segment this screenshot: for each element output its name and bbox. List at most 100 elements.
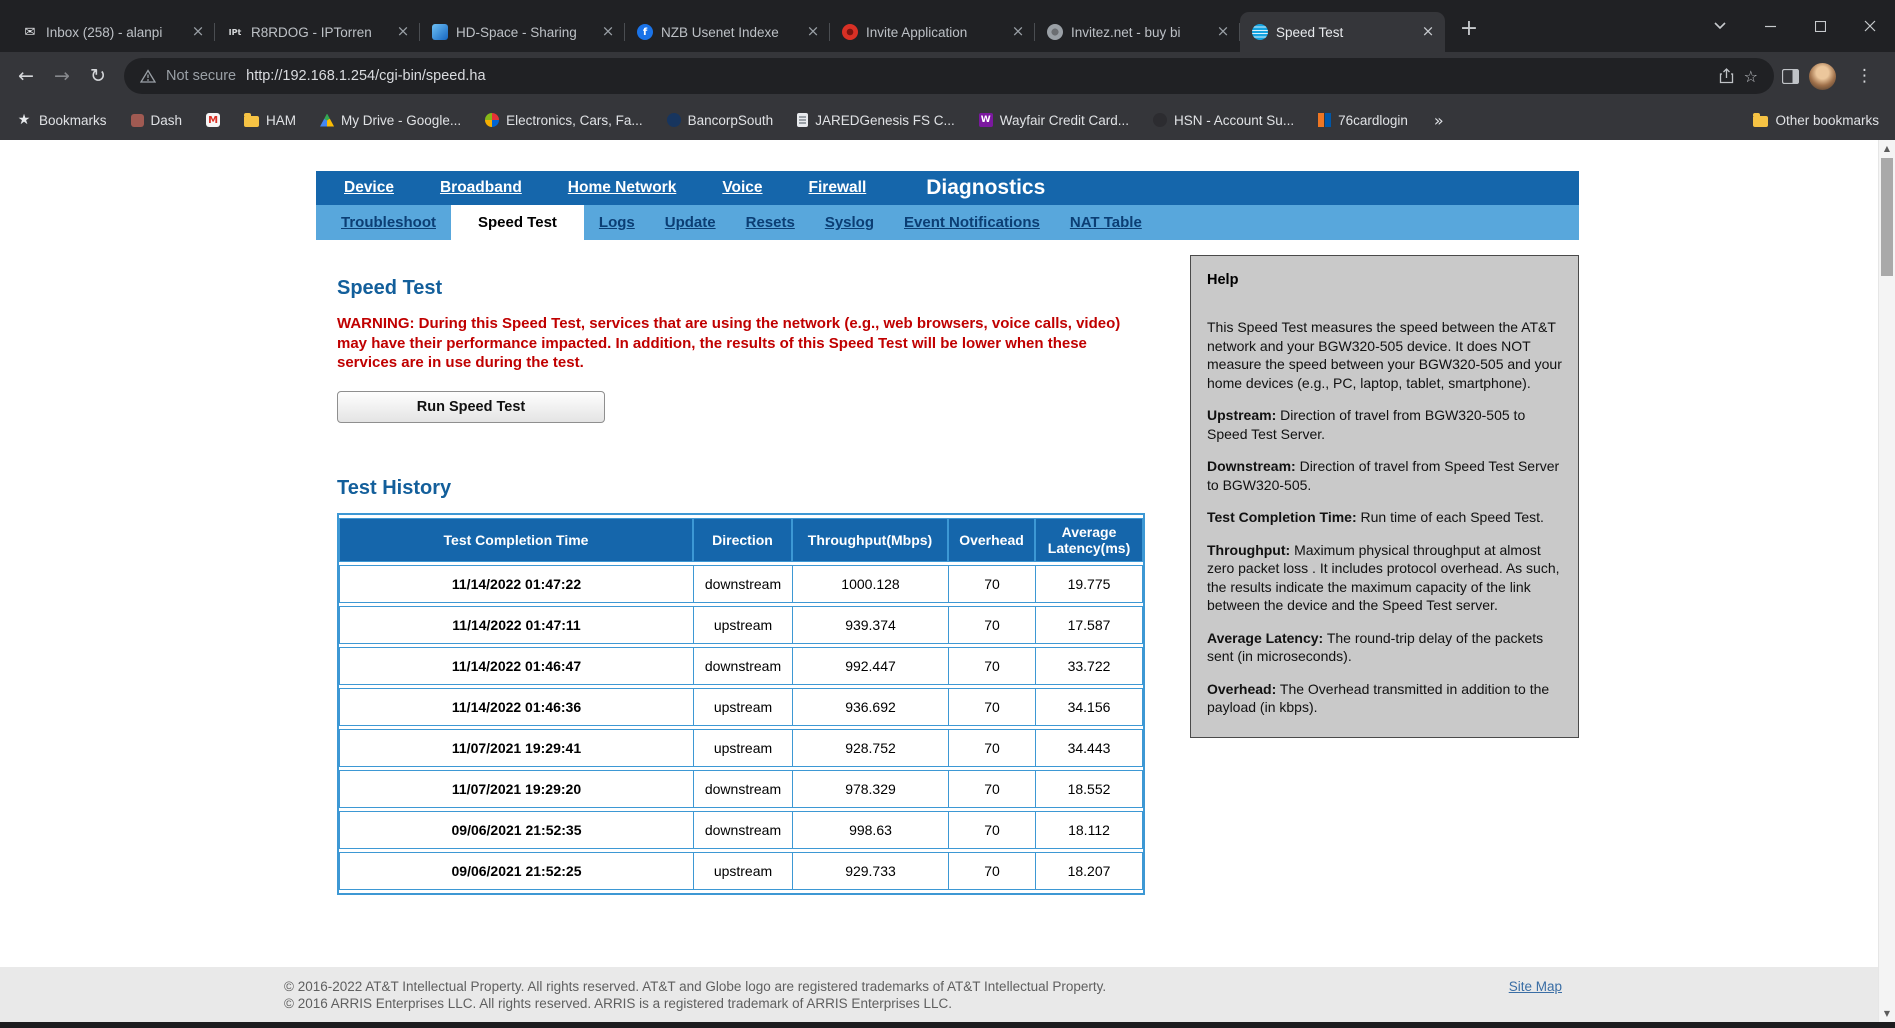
bookmark-item-dash[interactable]: Dash xyxy=(130,112,183,128)
browser-tab-r8rdog-iptorren[interactable]: IPt R8RDOG - IPTorren × xyxy=(215,12,420,52)
completion-time-cell: 11/07/2021 19:29:20 xyxy=(339,769,693,808)
bookmark-item-bancorpsouth[interactable]: BancorpSouth xyxy=(666,112,774,128)
tab-close-icon[interactable]: × xyxy=(804,23,822,41)
tab-close-icon[interactable]: × xyxy=(599,23,617,41)
tab-close-icon[interactable]: × xyxy=(189,23,207,41)
bookmark-item-my-drive-google[interactable]: My Drive - Google... xyxy=(320,113,461,128)
reload-button[interactable]: ↻ xyxy=(80,58,116,94)
scrollbar-thumb[interactable] xyxy=(1881,158,1893,276)
subnav-item-troubleshoot[interactable]: Troubleshoot xyxy=(326,205,451,240)
tab-title: Invite Application xyxy=(866,24,968,40)
browser-tab-invite-application[interactable]: Invite Application × xyxy=(830,12,1035,52)
bookmark-label: Dash xyxy=(150,112,183,128)
subnav-item-speed-test[interactable]: Speed Test xyxy=(451,205,584,240)
table-row: 11/14/2022 01:46:47 downstream 992.447 70 33… xyxy=(339,646,1143,685)
site-map-link[interactable]: Site Map xyxy=(1509,979,1562,994)
direction-cell: upstream xyxy=(693,605,792,644)
direction-cell: downstream xyxy=(693,564,792,603)
share-icon[interactable] xyxy=(1719,68,1734,84)
browser-toolbar: ← → ↻ Not secure http://192.168.1.254/cg… xyxy=(0,52,1895,100)
scroll-up-arrow-icon[interactable]: ▲ xyxy=(1879,140,1895,157)
overhead-cell: 70 xyxy=(948,728,1035,767)
att-globe-favicon xyxy=(1252,24,1268,40)
url-text[interactable]: http://192.168.1.254/cgi-bin/speed.ha xyxy=(246,68,485,84)
subnav-item-update[interactable]: Update xyxy=(650,205,731,240)
tab-list: ✉ Inbox (258) - alanpi × IPt R8RDOG - IPTorr… xyxy=(10,0,1445,52)
close-window-button[interactable] xyxy=(1845,0,1895,52)
subnav-item-nat-table[interactable]: NAT Table xyxy=(1055,205,1157,240)
tab-close-icon[interactable]: × xyxy=(1214,23,1232,41)
subnav-item-syslog[interactable]: Syslog xyxy=(810,205,889,240)
bookmark-label: My Drive - Google... xyxy=(341,112,462,128)
security-label[interactable]: Not secure xyxy=(166,68,236,84)
sub-nav: Troubleshoot Speed Test Logs Update Resets Sy… xyxy=(316,205,1579,240)
browser-tab-speed-test[interactable]: Speed Test × xyxy=(1240,12,1445,52)
nav-item-home-network[interactable]: Home Network xyxy=(568,179,677,197)
nav-item-device[interactable]: Device xyxy=(344,179,394,197)
browser-tab-invitez-net-buy-bi[interactable]: Invitez.net - buy bi × xyxy=(1035,12,1240,52)
throughput-cell: 978.329 xyxy=(792,769,948,808)
browser-tab-inbox-258-alanpi[interactable]: ✉ Inbox (258) - alanpi × xyxy=(10,12,215,52)
tab-search-chevron-icon[interactable] xyxy=(1695,0,1745,52)
new-tab-button[interactable]: + xyxy=(1453,14,1485,46)
minimize-button[interactable] xyxy=(1745,0,1795,52)
hdspace-favicon xyxy=(432,24,448,40)
tab-title: NZB Usenet Indexe xyxy=(661,24,779,40)
throughput-cell: 1000.128 xyxy=(792,564,948,603)
gmail-icon: M xyxy=(206,113,221,127)
folder-icon xyxy=(1753,112,1769,127)
bookmark-label: HSN - Account Su... xyxy=(1174,112,1295,128)
bookmark-label: 76cardlogin xyxy=(1338,112,1408,128)
envelope-favicon: ✉ xyxy=(24,24,36,40)
side-panel-icon[interactable] xyxy=(1782,68,1799,84)
subnav-item-event-notifications[interactable]: Event Notifications xyxy=(889,205,1055,240)
back-button[interactable]: ← xyxy=(8,58,44,94)
nav-item-broadband[interactable]: Broadband xyxy=(440,179,522,197)
bookmark-item-hsn-account-su[interactable]: HSN - Account Su... xyxy=(1153,113,1294,128)
tab-close-icon[interactable]: × xyxy=(1009,23,1027,41)
bookmark-item-wayfair-credit-card[interactable]: W Wayfair Credit Card... xyxy=(978,112,1130,128)
subnav-item-logs[interactable]: Logs xyxy=(584,205,650,240)
completion-time-cell: 09/06/2021 21:52:35 xyxy=(339,810,693,849)
nav-item-voice[interactable]: Voice xyxy=(722,179,762,197)
browser-tab-hd-space-sharing[interactable]: HD-Space - Sharing × xyxy=(420,12,625,52)
subnav-item-resets[interactable]: Resets xyxy=(731,205,810,240)
bookmark-item-76cardlogin[interactable]: 76cardlogin xyxy=(1318,113,1408,128)
address-bar[interactable]: Not secure http://192.168.1.254/cgi-bin/… xyxy=(124,58,1774,94)
bookmark-item-gmail[interactable]: M xyxy=(206,113,221,127)
throughput-cell: 929.733 xyxy=(792,851,948,890)
run-speed-test-button[interactable]: Run Speed Test xyxy=(337,390,605,423)
bookmark-item-bookmarks[interactable]: ★ Bookmarks xyxy=(16,112,107,128)
bookmark-label: Wayfair Credit Card... xyxy=(999,112,1130,128)
profile-avatar[interactable] xyxy=(1809,62,1836,90)
browser-tab-nzb-usenet-indexe[interactable]: f NZB Usenet Indexe × xyxy=(625,12,830,52)
bookmark-item-electronics-cars-fa[interactable]: Electronics, Cars, Fa... xyxy=(485,113,643,128)
latency-cell: 17.587 xyxy=(1035,605,1143,644)
forward-button[interactable]: → xyxy=(44,58,80,94)
page-scrollbar[interactable]: ▲ ▼ xyxy=(1878,140,1895,1022)
throughput-cell: 936.692 xyxy=(792,687,948,726)
bookmark-item-ham[interactable]: HAM xyxy=(244,112,296,128)
completion-time-cell: 11/14/2022 01:47:22 xyxy=(339,564,693,603)
bookmarks-overflow-chevron[interactable]: » xyxy=(1434,111,1444,130)
scroll-down-arrow-icon[interactable]: ▼ xyxy=(1879,1005,1895,1022)
tab-close-icon[interactable]: × xyxy=(1419,23,1437,41)
overhead-cell: 70 xyxy=(948,687,1035,726)
chevron-down-icon xyxy=(1714,22,1726,30)
latency-cell: 18.552 xyxy=(1035,769,1143,808)
bookmark-item-jaredgenesis-fs-c[interactable]: JAREDGenesis FS C... xyxy=(797,113,955,128)
table-row: 11/07/2021 19:29:20 downstream 978.329 70 18… xyxy=(339,769,1143,808)
nav-item-firewall[interactable]: Firewall xyxy=(809,179,867,197)
other-bookmarks[interactable]: Other bookmarks xyxy=(1753,112,1879,128)
maximize-button[interactable] xyxy=(1795,0,1845,52)
direction-cell: downstream xyxy=(693,769,792,808)
bookmark-label: BancorpSouth xyxy=(687,112,774,128)
nav-item-diagnostics-active[interactable]: Diagnostics xyxy=(926,176,1045,200)
help-paragraph: Overhead: The Overhead transmitted in ad… xyxy=(1207,680,1550,716)
column-header-overhead: Overhead xyxy=(948,517,1035,562)
tab-close-icon[interactable]: × xyxy=(394,23,412,41)
direction-cell: downstream xyxy=(693,810,792,849)
browser-menu-icon[interactable]: ⋮ xyxy=(1846,66,1883,86)
completion-time-cell: 09/06/2021 21:52:25 xyxy=(339,851,693,890)
bookmark-star-icon[interactable]: ☆ xyxy=(1744,67,1758,86)
